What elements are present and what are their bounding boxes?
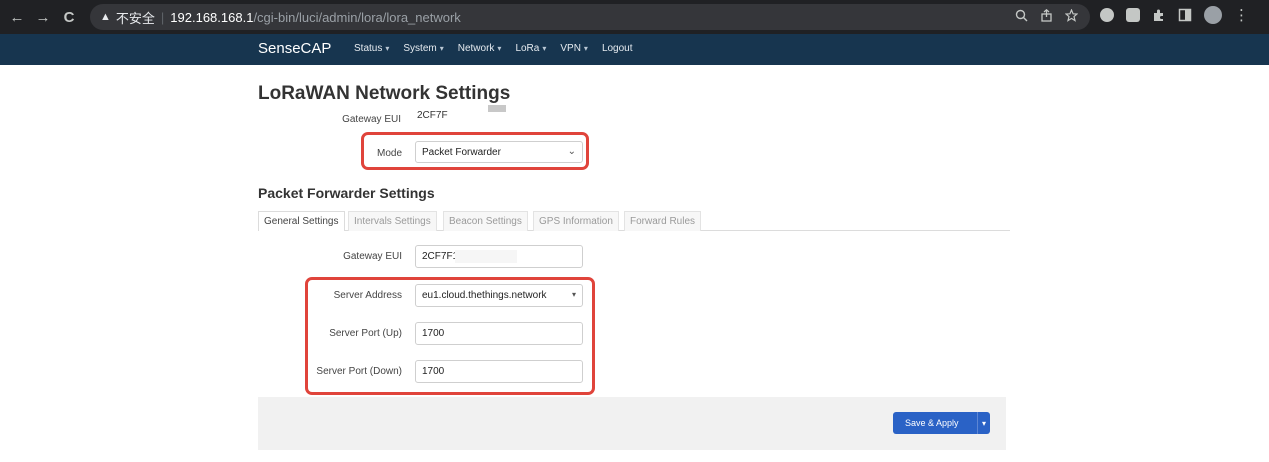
server-port-up-value: 1700 xyxy=(422,328,445,339)
extension-icon-1[interactable] xyxy=(1100,8,1114,22)
settings-tabs: General Settings Intervals Settings Beac… xyxy=(258,211,1010,231)
bookmark-star-icon[interactable] xyxy=(1065,9,1078,22)
section-title: Packet Forwarder Settings xyxy=(258,185,435,201)
warning-icon: ▲ xyxy=(100,11,111,23)
share-icon[interactable] xyxy=(1040,9,1053,22)
tab-beacon-settings[interactable]: Beacon Settings xyxy=(443,211,528,231)
mode-select-value: Packet Forwarder xyxy=(422,147,501,158)
profile-avatar[interactable] xyxy=(1204,6,1222,24)
brand-logo[interactable]: SenseCAP xyxy=(258,40,331,57)
menu-system-label: System xyxy=(403,43,437,54)
menu-lora-label: LoRa xyxy=(515,43,540,54)
redacted-mask xyxy=(455,250,517,263)
gateway-eui-value: 2CF7F xyxy=(417,110,448,121)
chevron-down-icon: ▾ xyxy=(439,44,444,53)
pf-gateway-eui-value: 2CF7F1 xyxy=(422,251,459,262)
browser-toolbar: ← → C ▲ 不安全 | 192.168.168.1/cgi-bin/luci… xyxy=(0,0,1269,34)
menu-system[interactable]: System ▾ xyxy=(403,43,443,54)
reload-icon: C xyxy=(63,8,75,26)
tab-general-settings[interactable]: General Settings xyxy=(258,211,345,231)
forward-arrow-icon: → xyxy=(35,8,51,26)
server-address-label: Server Address xyxy=(333,290,402,301)
pf-gateway-eui-label: Gateway EUI xyxy=(343,251,402,262)
save-options-dropdown[interactable]: ▾ xyxy=(978,419,990,428)
app-navbar: SenseCAP Status ▾ System ▾ Network ▾ LoRa ▾ … xyxy=(0,34,1269,65)
tab-intervals-settings[interactable]: Intervals Settings xyxy=(348,211,437,231)
server-address-value: eu1.cloud.thethings.network xyxy=(422,290,547,301)
server-port-up-label: Server Port (Up) xyxy=(329,328,402,339)
url-host: 192.168.168.1 xyxy=(170,9,254,25)
menu-vpn-label: VPN xyxy=(560,43,581,54)
menu-logout[interactable]: Logout xyxy=(602,43,633,54)
address-separator: | xyxy=(160,9,165,25)
server-port-down-label: Server Port (Down) xyxy=(316,366,402,377)
chevron-down-icon: ▾ xyxy=(583,44,588,53)
url-path: /cgi-bin/luci/admin/lora/lora_network xyxy=(253,9,461,25)
chevron-down-icon: ▾ xyxy=(497,44,502,53)
main-menu: Status ▾ System ▾ Network ▾ LoRa ▾ VPN ▾ Logo… xyxy=(354,43,633,54)
side-panel-icon[interactable] xyxy=(1178,8,1192,22)
server-port-up-input[interactable]: 1700 xyxy=(415,322,583,345)
chevron-down-icon: ▾ xyxy=(385,44,390,53)
menu-lora[interactable]: LoRa ▾ xyxy=(515,43,546,54)
server-address-select[interactable]: eu1.cloud.thethings.network ▾ xyxy=(415,284,583,307)
chevron-down-icon: ▾ xyxy=(542,44,547,53)
address-bar[interactable]: ▲ 不安全 | 192.168.168.1/cgi-bin/luci/admin… xyxy=(90,4,1090,30)
menu-status[interactable]: Status ▾ xyxy=(354,43,389,54)
menu-network[interactable]: Network ▾ xyxy=(458,43,502,54)
redacted-mask xyxy=(488,105,506,112)
caret-down-icon: ▾ xyxy=(571,290,576,299)
menu-status-label: Status xyxy=(354,43,383,54)
forward-button[interactable]: → xyxy=(32,6,54,28)
save-apply-label: Save & Apply xyxy=(905,418,959,428)
browser-menu-icon[interactable]: ⋮ xyxy=(1234,6,1249,24)
server-port-down-input[interactable]: 1700 xyxy=(415,360,583,383)
menu-vpn[interactable]: VPN ▾ xyxy=(560,43,588,54)
menu-network-label: Network xyxy=(457,43,495,54)
zoom-icon[interactable] xyxy=(1015,9,1028,22)
page-title: LoRaWAN Network Settings xyxy=(258,83,511,104)
extension-icon-2[interactable] xyxy=(1126,8,1140,22)
extensions-puzzle-icon[interactable] xyxy=(1152,8,1166,22)
mode-select[interactable]: Packet Forwarder ⌄ xyxy=(415,141,583,163)
insecure-label[interactable]: 不安全 xyxy=(116,8,155,27)
reload-button[interactable]: C xyxy=(58,6,80,28)
mode-label: Mode xyxy=(376,148,402,159)
tab-forward-rules[interactable]: Forward Rules xyxy=(624,211,702,231)
gateway-eui-label: Gateway EUI xyxy=(342,114,401,125)
server-port-down-value: 1700 xyxy=(422,366,445,377)
chevron-down-icon: ⌄ xyxy=(567,146,576,157)
tab-gps-information[interactable]: GPS Information xyxy=(533,211,619,231)
save-apply-button[interactable]: Save & Apply ▾ xyxy=(893,412,990,434)
back-arrow-icon: ← xyxy=(9,8,25,26)
back-button[interactable]: ← xyxy=(6,6,28,28)
